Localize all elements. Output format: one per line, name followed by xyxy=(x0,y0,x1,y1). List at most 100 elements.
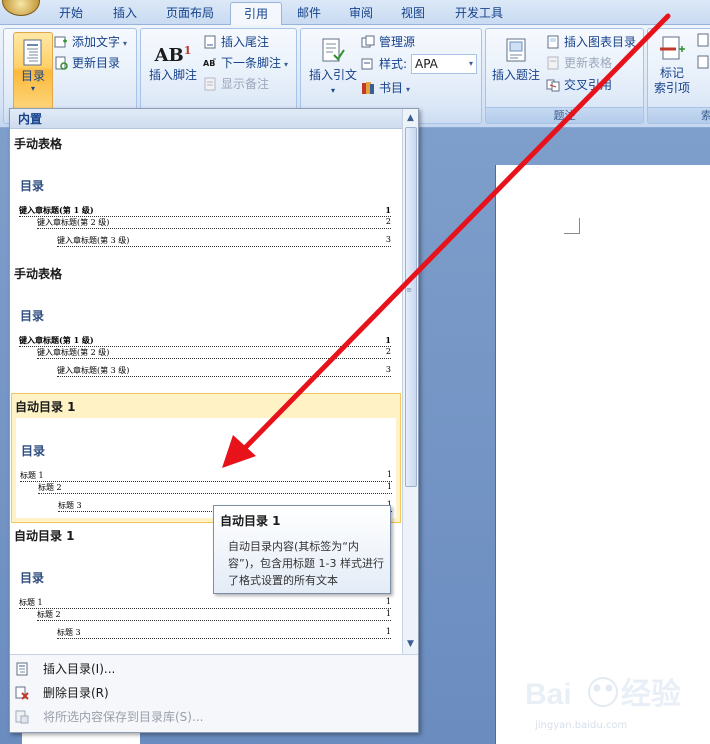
delete-toc-menu-item[interactable]: 删除目录(R) xyxy=(10,681,418,705)
toc-line-text: 键入章标题(第 1 级) xyxy=(19,205,96,215)
page-corner-mark xyxy=(564,218,580,234)
toc-line-page: 1 xyxy=(384,482,392,491)
citation-icon xyxy=(322,38,345,62)
save-selection-label: 将所选内容保存到目录库(S)... xyxy=(43,710,204,724)
tab-2[interactable]: 页面布局 xyxy=(152,2,228,25)
toc-button[interactable]: 目录 ▾ xyxy=(13,32,53,110)
group-index: 标记 索引项 索 xyxy=(647,28,710,124)
toc-line-page: 3 xyxy=(383,365,391,374)
save-selection-menu-item[interactable]: 将所选内容保存到目录库(S)... xyxy=(10,705,418,729)
mark-entry-button[interactable]: 标记 索引项 xyxy=(650,35,694,96)
insert-toc-menu-item[interactable]: 插入目录(I)... xyxy=(10,657,418,681)
entry-title: 手动表格 xyxy=(14,137,63,151)
document-page[interactable] xyxy=(495,165,710,744)
preview-heading: 目录 xyxy=(20,571,45,585)
toc-gallery-entry[interactable]: 手动表格 目录 键入章标题(第 1 级) 1 键入章标题(第 2 级) 2 键入章标题(第 … xyxy=(11,131,401,261)
toc-preview-line: 键入章标题(第 2 级) 2 xyxy=(37,217,391,229)
gallery-footer: 插入目录(I)... 删除目录(R) 将所选内容保存到目录库(S)... xyxy=(10,654,418,732)
toc-icon xyxy=(23,39,42,66)
preview-heading: 目录 xyxy=(21,444,46,458)
toc-line-text: 标题 2 xyxy=(38,483,64,492)
toc-button-label: 目录 xyxy=(20,69,45,83)
toc-line-text: 键入章标题(第 2 级) xyxy=(37,348,112,357)
insert-table-of-figures-button[interactable]: 插入图表目录 xyxy=(546,32,636,52)
toc-preview: 目录 键入章标题(第 1 级) 1 键入章标题(第 2 级) 2 键入章标题(第 3 级)… xyxy=(15,283,395,388)
style-dropdown[interactable]: APA ▾ xyxy=(411,54,477,74)
scroll-down-icon[interactable]: ▼ xyxy=(403,637,418,651)
toc-preview-line: 键入章标题(第 2 级) 2 xyxy=(37,347,391,359)
toc-line-text: 键入章标题(第 3 级) xyxy=(57,236,132,245)
caption-group-label: 题注 xyxy=(486,107,643,123)
add-text-label: 添加文字 xyxy=(72,35,121,49)
toc-line-page: 2 xyxy=(383,347,391,356)
tab-5[interactable]: 审阅 xyxy=(336,2,386,25)
bibliography-label: 书目 xyxy=(379,81,404,95)
toc-preview-line: 标题 2 1 xyxy=(38,482,392,494)
watermark-url: jingyan.baidu.com xyxy=(535,720,628,731)
gallery-header: 内置 xyxy=(10,109,402,129)
toc-line-page: 1 xyxy=(383,627,391,636)
toc-line-text: 标题 1 xyxy=(20,471,46,480)
tab-6[interactable]: 视图 xyxy=(388,2,438,25)
entry-title: 自动目录 1 xyxy=(14,529,75,543)
toc-line-text: 键入章标题(第 2 级) xyxy=(37,218,112,227)
tab-7[interactable]: 开发工具 xyxy=(440,2,518,25)
group-captions: 插入题注 插入图表目录 更新表格 交叉引用 题注 xyxy=(485,28,644,124)
tab-3[interactable]: 引用 xyxy=(230,2,282,26)
next-footnote-icon: AB xyxy=(203,58,216,68)
scroll-up-icon[interactable]: ▲ xyxy=(403,111,418,125)
delete-toc-label: 删除目录(R) xyxy=(43,686,109,700)
insert-footnote-button[interactable]: AB1 插入脚注 xyxy=(145,37,201,83)
gallery-scrollbar[interactable]: ▲ ≡ ▼ xyxy=(402,109,418,654)
toc-preview: 目录标题 11标题 21标题 31 xyxy=(16,418,396,518)
manage-sources-label: 管理源 xyxy=(379,35,416,49)
next-footnote-button[interactable]: AB 下一条脚注 ▾ xyxy=(203,53,288,73)
tooltip-auto-toc: 自动目录 1 自动目录内容(其标签为“内容”)，包含用标题 1-3 样式进行了格… xyxy=(213,505,391,594)
toc-preview-line: 标题 1 1 xyxy=(19,597,391,609)
entry-title: 手动表格 xyxy=(14,267,63,281)
ribbon-tab-bar: 开始 插入 页面布局 引用 邮件 审阅 视图 开发工具 xyxy=(0,0,710,26)
toc-line-text: 标题 1 xyxy=(19,598,45,607)
update-table-button[interactable]: 更新表格 xyxy=(546,53,612,73)
chevron-down-icon: ▾ xyxy=(123,39,128,48)
office-button[interactable] xyxy=(2,0,40,16)
toc-preview: 目录 键入章标题(第 1 级) 1 键入章标题(第 2 级) 2 键入章标题(第 3 级)… xyxy=(15,153,395,258)
chevron-down-icon: ▾ xyxy=(330,86,335,95)
scrollbar-thumb[interactable] xyxy=(405,127,417,487)
tab-0[interactable]: 开始 xyxy=(46,2,96,25)
entry-title: 自动目录 1 xyxy=(15,400,76,414)
bibliography-button[interactable]: 书目 ▾ xyxy=(361,78,410,98)
insert-citation-button[interactable]: 插入引文 ▾ xyxy=(305,37,361,98)
save-to-gallery-icon xyxy=(15,710,29,724)
toc-preview-line: 键入章标题(第 1 级) 1 xyxy=(19,205,391,217)
update-toc-button[interactable]: 更新目录 xyxy=(54,53,120,73)
svg-text:Bai: Bai xyxy=(525,678,572,711)
show-notes-icon xyxy=(204,77,216,91)
add-text-button[interactable]: 添加文字 ▾ xyxy=(54,32,127,52)
manage-sources-button[interactable]: 管理源 xyxy=(361,32,415,52)
cross-reference-icon xyxy=(546,79,560,92)
add-text-icon xyxy=(54,36,67,48)
toc-gallery-entry[interactable]: 手动表格 目录 键入章标题(第 1 级) 1 键入章标题(第 2 级) 2 键入章标题(第 … xyxy=(11,261,401,391)
tab-1[interactable]: 插入 xyxy=(100,2,150,25)
toc-preview-line: 标题 3 1 xyxy=(57,627,391,639)
tab-4[interactable]: 邮件 xyxy=(284,2,334,25)
index-small-icon xyxy=(697,33,709,47)
show-notes-label: 显示备注 xyxy=(221,77,270,91)
mark-entry-label-1: 标记 xyxy=(659,66,684,80)
toc-line-page: 1 xyxy=(383,609,391,618)
toc-line-text: 标题 2 xyxy=(37,610,63,619)
insert-caption-button[interactable]: 插入题注 xyxy=(488,37,544,83)
delete-toc-icon xyxy=(15,686,29,700)
style-dropdown-value: APA xyxy=(415,57,438,71)
cross-reference-button[interactable]: 交叉引用 xyxy=(546,75,612,95)
style-label: 样式: xyxy=(379,57,408,71)
tooltip-title: 自动目录 1 xyxy=(220,514,281,528)
insert-endnote-label: 插入尾注 xyxy=(221,35,270,49)
toc-line-text: 键入章标题(第 3 级) xyxy=(57,366,132,375)
preview-heading: 目录 xyxy=(20,309,45,323)
insert-endnote-button[interactable]: 插入尾注 xyxy=(203,32,269,52)
show-notes-button[interactable]: 显示备注 xyxy=(203,74,269,94)
toc-gallery-entry[interactable]: 自动目录 1目录标题 11标题 21标题 31 xyxy=(11,393,401,523)
insert-footnote-label: 插入脚注 xyxy=(148,68,197,82)
